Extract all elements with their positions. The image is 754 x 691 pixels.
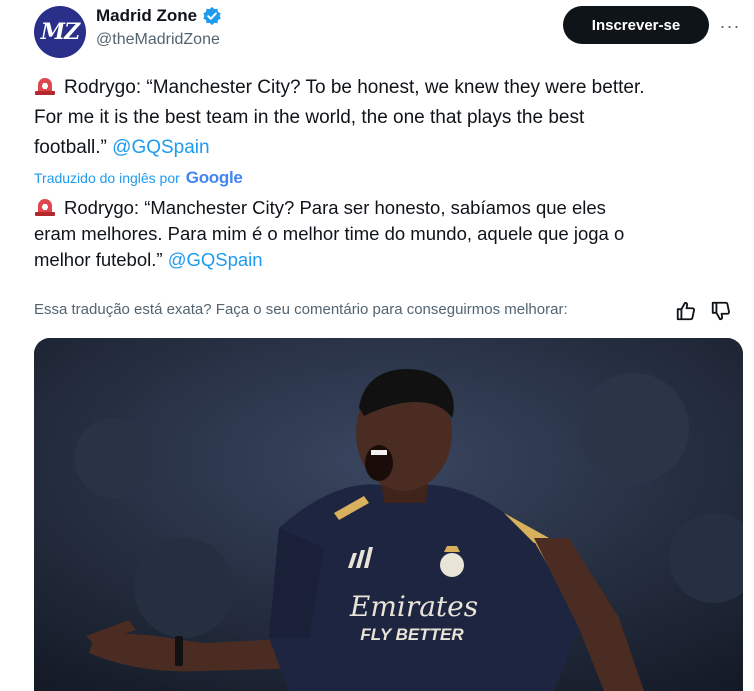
original-line-2: For me it is the best team in the world,…: [34, 107, 585, 128]
shirt-sponsor: Emirates: [349, 590, 478, 623]
mention-link[interactable]: @GQSpain: [168, 249, 263, 270]
player-photo-illustration: Emirates FLY BETTER: [34, 338, 743, 691]
translated-by-label: Traduzido do inglês por: [34, 170, 180, 186]
original-line-1: Rodrygo: “Manchester City? To be honest,…: [34, 73, 744, 103]
avatar[interactable]: MZ: [34, 6, 86, 58]
avatar-text: MZ: [40, 19, 80, 45]
original-line-3: football.” @GQSpain: [34, 137, 210, 158]
tweet-translation-text: Rodrygo: “Manchester City? Para ser hone…: [34, 195, 744, 273]
siren-icon: [35, 78, 55, 95]
thumbs-up-icon[interactable]: [675, 300, 697, 322]
tweet-photo[interactable]: Emirates FLY BETTER: [34, 338, 743, 691]
verified-badge-icon: [203, 6, 221, 26]
translated-by[interactable]: Traduzido do inglês por Google: [34, 168, 243, 188]
translation-line-1: Rodrygo: “Manchester City? Para ser hone…: [34, 195, 744, 221]
mention-link[interactable]: @GQSpain: [112, 137, 209, 158]
more-icon[interactable]: ···: [718, 14, 742, 38]
thumbs-down-icon[interactable]: [710, 300, 732, 322]
tweet-original-text: Rodrygo: “Manchester City? To be honest,…: [34, 73, 744, 163]
shirt-sponsor-slogan: FLY BETTER: [360, 625, 464, 644]
display-name[interactable]: Madrid Zone: [96, 6, 197, 26]
siren-icon: [35, 199, 55, 216]
translation-feedback-prompt: Essa tradução está exata? Faça o seu com…: [34, 301, 568, 318]
subscribe-button[interactable]: Inscrever-se: [563, 6, 709, 44]
translation-line-3: melhor futebol.” @GQSpain: [34, 249, 263, 270]
author-handle[interactable]: @theMadridZone: [96, 31, 220, 49]
google-logo: Google: [185, 168, 243, 187]
translation-line-2: eram melhores. Para mim é o melhor time …: [34, 223, 625, 244]
author-name-row: Madrid Zone: [96, 6, 222, 26]
